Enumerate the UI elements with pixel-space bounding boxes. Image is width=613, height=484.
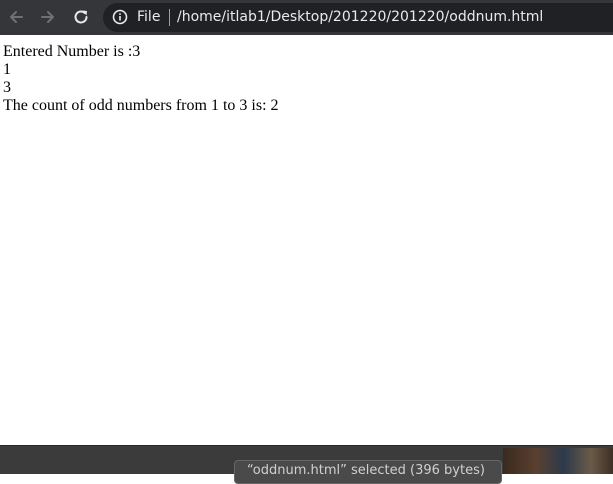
arrow-left-icon xyxy=(10,11,23,23)
arrow-right-icon xyxy=(41,11,54,23)
odd-number-line: 1 xyxy=(3,61,11,78)
file-status-text: “oddnum.html” selected (396 bytes) xyxy=(247,463,485,478)
count-result-line: The count of odd numbers from 1 to 3 is:… xyxy=(3,97,279,114)
page-content: Entered Number is :3 1 3 The count of od… xyxy=(0,35,613,445)
odd-number-line: 3 xyxy=(3,79,11,96)
file-status-notification: “oddnum.html” selected (396 bytes) xyxy=(234,460,502,484)
desktop-wallpaper-thumbnail xyxy=(503,448,613,474)
address-bar[interactable]: File /home/itlab1/Desktop/201220/201220/… xyxy=(103,3,613,32)
reload-icon xyxy=(74,10,88,24)
entered-number-line: Entered Number is :3 xyxy=(3,43,141,60)
forward-button[interactable] xyxy=(37,6,59,28)
url-separator xyxy=(169,9,170,26)
reload-button[interactable] xyxy=(70,6,92,28)
back-button[interactable] xyxy=(5,6,27,28)
info-icon[interactable] xyxy=(112,9,128,25)
scheme-label: File xyxy=(137,9,161,25)
browser-toolbar: File /home/itlab1/Desktop/201220/201220/… xyxy=(0,0,613,35)
output-lines: Entered Number is :3 1 3 The count of od… xyxy=(3,43,279,115)
url-text[interactable]: /home/itlab1/Desktop/201220/201220/oddnu… xyxy=(177,8,543,26)
